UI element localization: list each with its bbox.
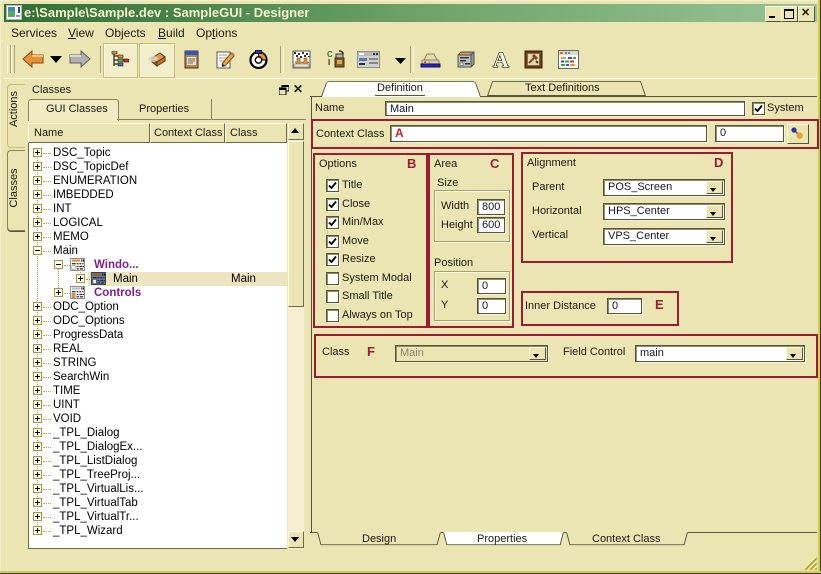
svg-text:I: I — [328, 58, 330, 67]
svg-text:A: A — [493, 49, 509, 70]
